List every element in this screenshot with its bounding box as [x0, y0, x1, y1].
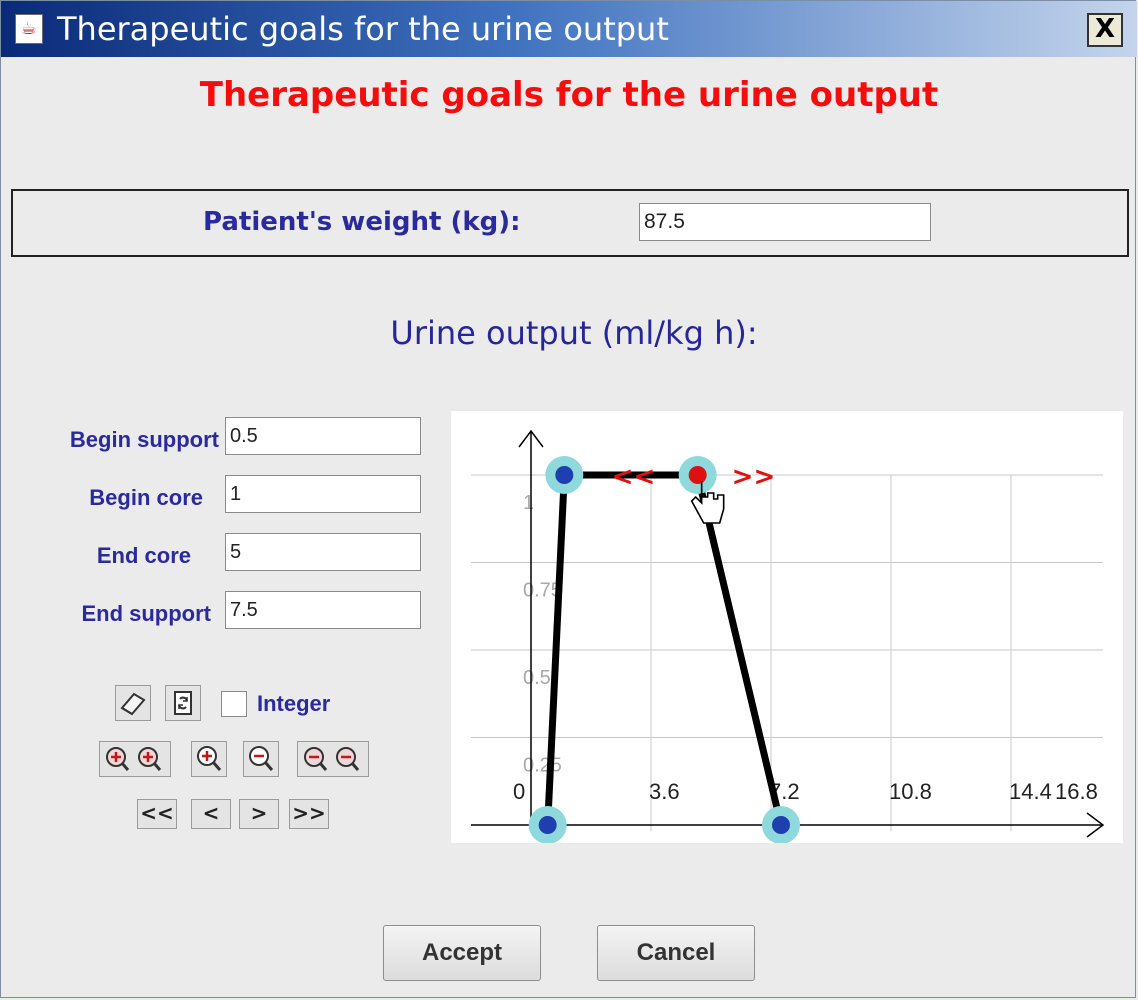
integer-checkbox[interactable] [221, 691, 247, 717]
begin-support-label: Begin support [69, 427, 219, 452]
refresh-button[interactable] [165, 685, 201, 721]
end-support-label: End support [81, 601, 211, 626]
y-tick-label: 0.25 [523, 755, 562, 777]
end-core-input[interactable]: 5 [225, 533, 421, 571]
title-bar[interactable]: ☕ Therapeutic goals for the urine output… [1, 1, 1137, 57]
double-zoom-out-icon [304, 747, 360, 771]
dialog-heading: Therapeutic goals for the urine output [199, 75, 939, 115]
scroll-left-button[interactable]: < [191, 799, 231, 829]
x-tick-label: 10.8 [889, 779, 932, 804]
accept-button[interactable]: Accept [383, 925, 541, 981]
end-core-label: End core [96, 543, 191, 568]
cancel-button[interactable]: Cancel [597, 925, 755, 981]
begin-core-input[interactable]: 1 [225, 475, 421, 513]
dialog-window: ☕ Therapeutic goals for the urine output… [0, 0, 1137, 998]
y-tick-label: 1 [523, 492, 534, 514]
weight-panel: Patient's weight (kg): 87.5 [11, 189, 1129, 257]
window-title: Therapeutic goals for the urine output [57, 10, 669, 48]
begin-core-label: Begin core [89, 485, 203, 510]
drag-left-hint: << [612, 462, 656, 492]
begin-support-input[interactable]: 0.5 [225, 417, 421, 455]
eraser-icon [120, 692, 146, 716]
control-point[interactable] [555, 466, 574, 484]
refresh-page-icon [174, 691, 192, 715]
drag-right-hint: >> [732, 462, 776, 492]
zoom-in-icon [197, 746, 222, 771]
weight-label: Patient's weight (kg): [203, 207, 521, 237]
zoom-out-x-button[interactable] [297, 741, 369, 777]
zoom-out-icon [249, 746, 274, 771]
control-point[interactable] [538, 816, 557, 834]
zoom-out-button[interactable] [243, 741, 279, 777]
eraser-button[interactable] [115, 685, 151, 721]
scroll-last-button[interactable]: >> [289, 799, 329, 829]
close-button[interactable]: X [1087, 13, 1123, 47]
membership-chart[interactable]: 0.25 0.5 0.75 1 0 3.6 7.2 10.8 14.4 16.8 << >> [451, 411, 1123, 844]
end-support-input[interactable]: 7.5 [225, 591, 421, 629]
x-tick-label: 0 [513, 779, 525, 804]
integer-label: Integer [257, 691, 331, 716]
x-tick-label: 3.6 [649, 779, 680, 804]
urine-output-title: Urine output (ml/kg h): [390, 314, 758, 352]
x-tick-label: 14.4 [1009, 779, 1052, 804]
weight-input[interactable]: 87.5 [639, 203, 931, 241]
scroll-right-button[interactable]: > [239, 799, 279, 829]
scroll-first-button[interactable]: << [137, 799, 177, 829]
y-tick-label: 0.5 [523, 667, 551, 689]
selected-control-point[interactable] [688, 466, 707, 484]
double-zoom-in-icon [106, 747, 162, 771]
zoom-in-button[interactable] [191, 741, 227, 777]
chart-svg[interactable]: 0.250.50.7510 3.6 7.2 10.8 14.4 16.8 << >> [451, 411, 1123, 844]
x-tick-label: 16.8 [1055, 779, 1098, 804]
control-point[interactable] [772, 816, 790, 834]
java-app-icon: ☕ [15, 14, 43, 44]
zoom-in-x-button[interactable] [99, 741, 171, 777]
